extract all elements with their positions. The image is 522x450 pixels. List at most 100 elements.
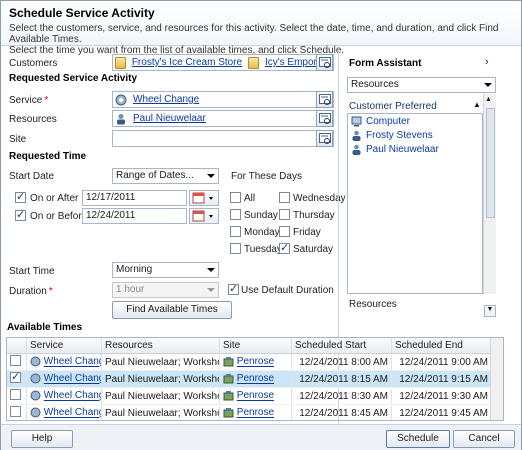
row-scheduled-end: 12/24/2011 9:45 AM xyxy=(392,405,492,420)
resources-lookup-button[interactable] xyxy=(316,110,333,127)
row-service-link[interactable]: Wheel Chang xyxy=(44,374,101,385)
service-link[interactable]: Wheel Change xyxy=(133,94,199,105)
grid-scrollbar[interactable] xyxy=(490,338,503,420)
day-tuesday-label: Tuesday xyxy=(244,244,282,255)
day-saturday-checkbox[interactable] xyxy=(279,241,290,254)
day-tuesday-checkbox[interactable] xyxy=(230,243,241,254)
day-monday-checkbox[interactable] xyxy=(230,226,241,237)
day-wednesday-checkbox[interactable] xyxy=(279,192,290,203)
service-lookup[interactable]: Wheel Change xyxy=(112,91,334,108)
on-or-after-date-input[interactable]: 12/17/2011 xyxy=(82,190,187,206)
requested-service-activity-heading: Requested Service Activity xyxy=(9,73,138,84)
preferred-item-paul[interactable]: Paul Nieuwelaar xyxy=(348,142,482,156)
customer-link-1[interactable]: Frosty's Ice Cream Store xyxy=(132,57,242,68)
dialog-description-1: Select the customers, service, and resou… xyxy=(9,23,499,45)
service-lookup-button[interactable] xyxy=(316,91,333,108)
resource-link[interactable]: Paul Nieuwelaar xyxy=(133,113,206,124)
site-lookup-button[interactable] xyxy=(316,130,333,147)
table-row[interactable]: Wheel ChangPaul Nieuwelaar; Workshop Pen… xyxy=(7,370,503,388)
dialog-footer: Help Schedule Cancel xyxy=(1,424,521,450)
for-these-days-label: For These Days xyxy=(231,171,302,182)
schedule-button[interactable]: Schedule xyxy=(386,430,450,448)
resources-label: Resources xyxy=(9,114,57,125)
row-site-link[interactable]: Penrose xyxy=(237,374,274,385)
help-button[interactable]: Help xyxy=(11,430,73,448)
customer-preferred-list: Computer Frosty Stevens Paul Nieuwelaar xyxy=(347,113,483,294)
form-assistant-title: Form Assistant xyxy=(349,58,422,69)
cancel-button[interactable]: Cancel xyxy=(453,430,515,448)
assistant-dropdown[interactable]: Resources xyxy=(347,77,496,93)
use-default-duration-checkbox[interactable] xyxy=(228,282,239,295)
day-friday-checkbox[interactable] xyxy=(279,226,290,237)
assistant-scrollbar[interactable]: ▲ xyxy=(483,94,496,294)
grid-rows: Wheel Chang Paul Nieuwelaar; Workshop Pen… xyxy=(7,353,503,420)
schedule-service-dialog: Schedule Service Activity Select the cus… xyxy=(0,0,522,450)
scroll-down-icon[interactable]: ▼ xyxy=(484,305,496,317)
day-sunday-checkbox[interactable] xyxy=(230,209,241,220)
on-or-after-checkbox[interactable] xyxy=(15,190,26,203)
row-checkbox[interactable] xyxy=(10,355,21,366)
customers-lookup-button[interactable] xyxy=(316,54,333,71)
on-or-before-date-input[interactable]: 12/24/2011 xyxy=(82,208,187,224)
day-all-checkbox[interactable] xyxy=(230,192,241,203)
day-all-label: All xyxy=(244,193,256,204)
row-scheduled-end: 12/24/2011 9:00 AM xyxy=(392,354,492,370)
site-icon xyxy=(223,357,234,367)
find-available-times-button[interactable]: Find Available Times xyxy=(112,301,232,319)
chevron-down-icon xyxy=(207,174,215,178)
customers-label: Customers xyxy=(9,58,58,69)
table-row[interactable]: Wheel ChangPaul Nieuwelaar; Workshop Pen… xyxy=(7,404,503,420)
lookup-icon xyxy=(319,57,331,68)
on-or-after-calendar-button[interactable] xyxy=(189,190,219,206)
duration-select[interactable]: 1 hour xyxy=(112,282,219,298)
row-scheduled-end: 12/24/2011 9:15 AM xyxy=(392,371,492,387)
customers-lookup[interactable]: Frosty's Ice Cream Store Icy's Emporium xyxy=(112,54,334,71)
site-icon xyxy=(223,391,234,401)
start-time-select[interactable]: Morning xyxy=(112,262,219,278)
service-icon xyxy=(30,373,41,384)
preferred-item-computer[interactable]: Computer xyxy=(348,114,482,128)
resources-lookup[interactable]: Paul Nieuwelaar xyxy=(112,110,334,127)
row-checkbox[interactable] xyxy=(10,406,21,417)
row-service-link[interactable]: Wheel Chang xyxy=(44,408,101,419)
account-icon xyxy=(248,56,259,69)
row-checkbox[interactable] xyxy=(10,370,21,383)
available-times-grid: Service Resources Site Scheduled Start S… xyxy=(6,337,504,421)
table-row[interactable]: Wheel ChangPaul Nieuwelaar; Workshop Pen… xyxy=(7,353,503,371)
site-icon xyxy=(223,408,234,418)
scroll-up-icon[interactable]: ▲ xyxy=(485,96,492,103)
row-site-link[interactable]: Penrose xyxy=(237,357,274,368)
site-lookup[interactable] xyxy=(112,130,334,147)
row-resources: Paul Nieuwelaar; Workshop xyxy=(102,371,220,387)
row-checkbox[interactable] xyxy=(10,389,21,400)
row-site-link[interactable]: Penrose xyxy=(237,391,274,402)
col-scheduled-start[interactable]: Scheduled Start xyxy=(292,338,392,353)
user-icon xyxy=(352,144,361,155)
lookup-icon xyxy=(319,113,331,124)
table-row[interactable]: Wheel ChangPaul Nieuwelaar; Workshop Pen… xyxy=(7,387,503,405)
service-icon xyxy=(30,356,41,367)
col-site[interactable]: Site xyxy=(220,338,292,353)
dialog-title: Schedule Service Activity xyxy=(9,6,155,20)
col-scheduled-end[interactable]: Scheduled End xyxy=(392,338,492,353)
col-resources[interactable]: Resources xyxy=(102,338,220,353)
chevron-down-icon xyxy=(207,288,215,292)
on-or-before-calendar-button[interactable] xyxy=(189,208,219,224)
chevron-right-icon[interactable]: › xyxy=(485,56,489,68)
row-resources: Paul Nieuwelaar; Workshop xyxy=(102,354,220,370)
duration-label: Duration * xyxy=(9,286,53,297)
collapse-up-icon[interactable]: ▲ xyxy=(473,100,481,109)
requested-time-heading: Requested Time xyxy=(9,151,87,162)
scroll-thumb[interactable] xyxy=(486,108,495,218)
start-date-select[interactable]: Range of Dates... xyxy=(112,168,219,184)
day-thursday-checkbox[interactable] xyxy=(279,209,290,220)
col-service[interactable]: Service xyxy=(27,338,102,353)
preferred-item-frosty[interactable]: Frosty Stevens xyxy=(348,128,482,142)
on-or-before-checkbox[interactable] xyxy=(15,208,26,221)
row-service-link[interactable]: Wheel Chang xyxy=(44,391,101,402)
row-site-link[interactable]: Penrose xyxy=(237,408,274,419)
customer-preferred-heading: Customer Preferred xyxy=(349,101,437,112)
row-service-link[interactable]: Wheel Chang xyxy=(44,357,101,368)
assistant-bottom-label: Resources xyxy=(349,299,397,310)
chevron-down-icon xyxy=(484,83,492,87)
